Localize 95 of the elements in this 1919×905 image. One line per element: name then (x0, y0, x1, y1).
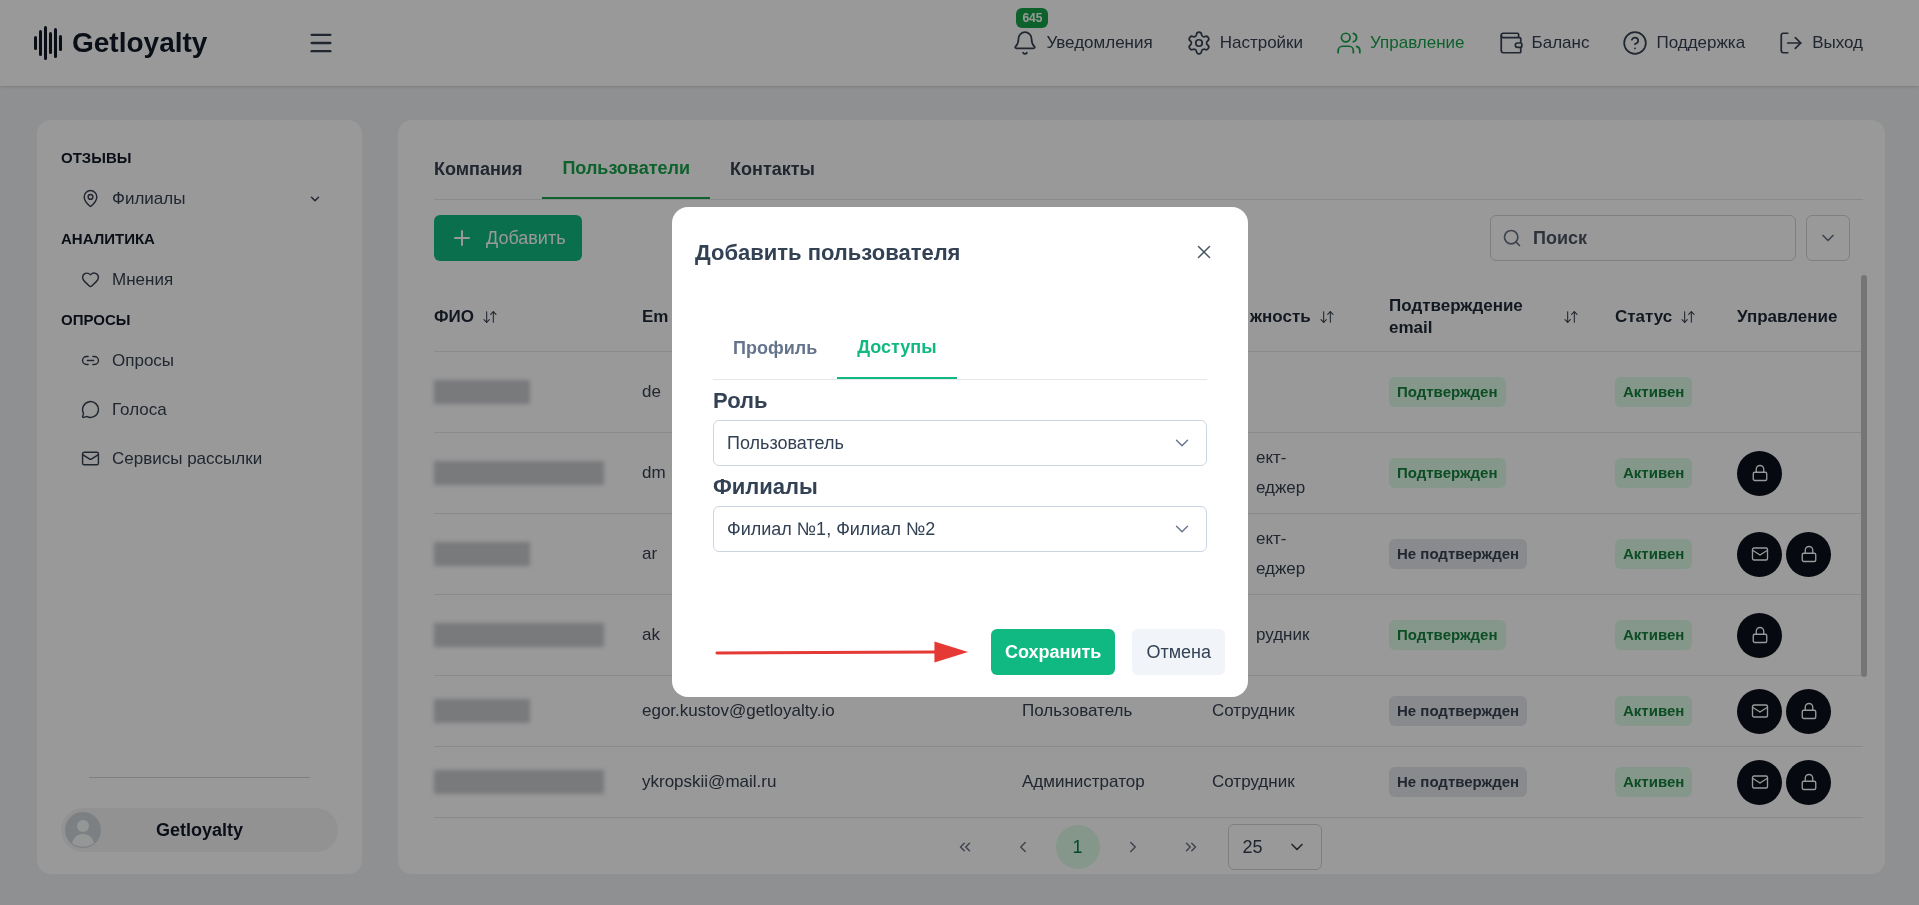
wallet-icon (1497, 30, 1524, 56)
field-label: Филиалы (713, 472, 819, 501)
users-icon (1336, 30, 1363, 56)
heart-icon (81, 270, 100, 289)
email-cell: dm (642, 463, 666, 483)
sidebar-item[interactable]: Мнения (61, 255, 338, 304)
lock-button[interactable] (1786, 531, 1831, 577)
logo-text: Getloyalty (72, 26, 208, 60)
bell-icon (1012, 30, 1039, 56)
confirmation-badge: Подтвержден (1389, 619, 1506, 651)
confirmation-badge: Подтвержден (1389, 457, 1506, 489)
status-badge: Активен (1615, 376, 1693, 408)
settings-icon (1185, 30, 1212, 56)
lock-icon (1799, 702, 1818, 720)
chat-icon (81, 400, 100, 419)
confirmation-badge: Подтвержден (1389, 376, 1506, 408)
column-header: ФИО (434, 305, 474, 328)
lock-icon (1799, 545, 1818, 563)
position-text: еджер (1256, 477, 1306, 499)
column-header: Управление (1737, 305, 1838, 328)
logo-icon (34, 26, 64, 60)
user-profile-button[interactable]: Getloyalty (61, 808, 338, 852)
mail-button[interactable] (1737, 531, 1782, 577)
lock-icon (1750, 464, 1769, 482)
status-badge: Активен (1615, 619, 1693, 651)
page-button[interactable]: 1 (1055, 825, 1100, 869)
mail-button[interactable] (1737, 688, 1782, 734)
position-text: ект- (1256, 528, 1287, 550)
search-icon (1502, 228, 1522, 248)
mail-icon (81, 449, 100, 468)
email-cell: de (642, 382, 661, 402)
select-field[interactable]: Филиал №1, Филиал №2 (713, 506, 1207, 552)
confirmation-badge: Не подтвержден (1389, 766, 1528, 798)
tab[interactable]: Компания (414, 139, 543, 199)
sort-icon[interactable] (1680, 308, 1697, 325)
mail-icon (1750, 702, 1769, 720)
email-cell: ak (642, 625, 660, 645)
field-label: Роль (713, 386, 769, 415)
section-title: АНАЛИТИКА (61, 228, 156, 249)
nav-link[interactable]: Баланс (1497, 30, 1590, 56)
sidebar-item[interactable]: Филиалы (61, 174, 338, 223)
column-header: жность (1250, 305, 1311, 328)
lock-button[interactable] (1786, 759, 1831, 805)
sort-icon[interactable] (1563, 308, 1579, 325)
sort-icon[interactable] (481, 308, 498, 325)
select-field[interactable]: Пользователь (713, 420, 1207, 466)
page-size-select[interactable]: 25 (1227, 824, 1322, 870)
help-icon (1622, 30, 1649, 56)
email-cell: ar (642, 544, 658, 564)
column-header: Статус (1615, 305, 1673, 328)
position-text: рудник (1256, 624, 1310, 646)
sort-icon[interactable] (1318, 308, 1335, 325)
lock-button[interactable] (1737, 450, 1782, 496)
cancel-button[interactable]: Отмена (1132, 629, 1225, 675)
status-badge: Активен (1615, 695, 1693, 727)
avatar-icon (65, 812, 101, 848)
sidebar-item[interactable]: Сервисы рассылки (61, 434, 338, 483)
section-title: ОПРОСЫ (61, 309, 132, 330)
lock-button[interactable] (1786, 688, 1831, 734)
nav-link[interactable]: Настройки (1185, 30, 1304, 56)
confirmation-badge: Не подтвержден (1389, 538, 1528, 570)
status-badge: Активен (1615, 538, 1693, 570)
notification-badge: 645 (1016, 8, 1049, 28)
nav-link[interactable]: Выход (1778, 30, 1863, 56)
sidebar-item[interactable]: Опросы (61, 336, 338, 385)
lock-button[interactable] (1737, 612, 1782, 658)
nav-link[interactable]: Поддержка (1622, 30, 1746, 56)
role-cell: Пользователь (1022, 701, 1133, 721)
mail-icon (1750, 773, 1769, 791)
column-header: Подтверждение email (1389, 295, 1524, 338)
scrollbar[interactable] (1861, 275, 1867, 677)
tab[interactable]: Профиль (713, 317, 838, 379)
position-text: ект- (1256, 447, 1287, 469)
mail-icon (1750, 545, 1769, 563)
lock-icon (1750, 626, 1769, 644)
position-text: Сотрудник (1212, 700, 1295, 722)
status-badge: Активен (1615, 766, 1693, 798)
sidebar-item[interactable]: Голоса (61, 385, 338, 434)
search-field[interactable]: Поиск (1490, 215, 1796, 261)
section-title: ОТЗЫВЫ (61, 147, 133, 168)
tab[interactable]: Контакты (710, 139, 835, 199)
dialog-title: Добавить пользователя (695, 238, 961, 267)
mail-button[interactable] (1737, 759, 1782, 805)
lock-icon (1799, 773, 1818, 791)
email-cell: egor.kustov@getloyalty.io (642, 701, 835, 721)
email-cell: ykropskii@mail.ru (642, 772, 777, 792)
column-header: Em (642, 305, 669, 328)
confirmation-badge: Не подтвержден (1389, 695, 1528, 727)
position-text: еджер (1256, 558, 1306, 580)
status-badge: Активен (1615, 457, 1693, 489)
nav-link[interactable]: Управление (1336, 30, 1465, 56)
role-cell: Администратор (1022, 772, 1145, 792)
user-name: Getloyalty (155, 818, 244, 842)
position-text: Сотрудник (1212, 771, 1295, 793)
pin-icon (81, 189, 100, 208)
